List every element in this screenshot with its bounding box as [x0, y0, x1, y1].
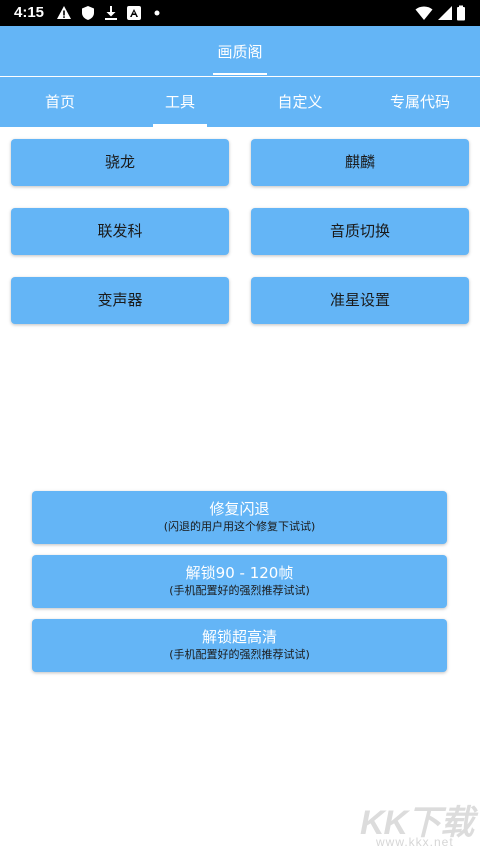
tab-indicator: [153, 124, 207, 127]
crosshair-settings-button[interactable]: 准星设置: [251, 277, 469, 324]
mediatek-button[interactable]: 联发科: [11, 208, 229, 255]
audio-quality-switch-button[interactable]: 音质切换: [251, 208, 469, 255]
voice-changer-button[interactable]: 变声器: [11, 277, 229, 324]
title-underline: [213, 73, 267, 75]
download-icon: [105, 6, 117, 20]
tab-bar: 首页 工具 自定义 专属代码: [0, 77, 480, 127]
tab-exclusive-code[interactable]: 专属代码: [360, 77, 480, 127]
tab-custom[interactable]: 自定义: [240, 77, 360, 127]
tab-home[interactable]: 首页: [0, 77, 120, 127]
unlock-fps-subtitle: (手机配置好的强烈推荐试试): [169, 584, 310, 597]
warning-icon: [57, 6, 71, 19]
unlock-fps-button[interactable]: 解锁90 - 120帧 (手机配置好的强烈推荐试试): [32, 555, 447, 608]
accessibility-icon: [127, 6, 141, 20]
snapdragon-button[interactable]: 骁龙: [11, 139, 229, 186]
fix-crash-button[interactable]: 修复闪退 (闪退的用户用这个修复下试试): [32, 491, 447, 544]
fix-crash-subtitle: (闪退的用户用这个修复下试试): [163, 520, 316, 533]
tab-tools[interactable]: 工具: [120, 77, 240, 127]
app-bar: 画质阁: [0, 26, 480, 76]
unlock-ultra-hd-button[interactable]: 解锁超高清 (手机配置好的强烈推荐试试): [32, 619, 447, 672]
signal-icon: [438, 6, 452, 20]
app-title: 画质阁: [217, 43, 263, 61]
unlock-fps-title: 解锁90 - 120帧: [185, 564, 294, 582]
fix-crash-title: 修复闪退: [209, 500, 270, 518]
battery-icon: [457, 5, 465, 21]
watermark-logo: KK下载 www.kkx.net: [360, 795, 480, 853]
unlock-ultra-hd-title: 解锁超高清: [201, 628, 277, 646]
wifi-icon: [415, 6, 433, 20]
status-time: 4:15: [14, 4, 45, 21]
watermark-url: www.kkx.net: [376, 835, 454, 849]
unlock-ultra-hd-subtitle: (手机配置好的强烈推荐试试): [169, 648, 310, 661]
dot-icon: [154, 10, 160, 16]
shield-icon: [82, 6, 94, 20]
kirin-button[interactable]: 麒麟: [251, 139, 469, 186]
status-bar: 4:15: [0, 0, 480, 26]
